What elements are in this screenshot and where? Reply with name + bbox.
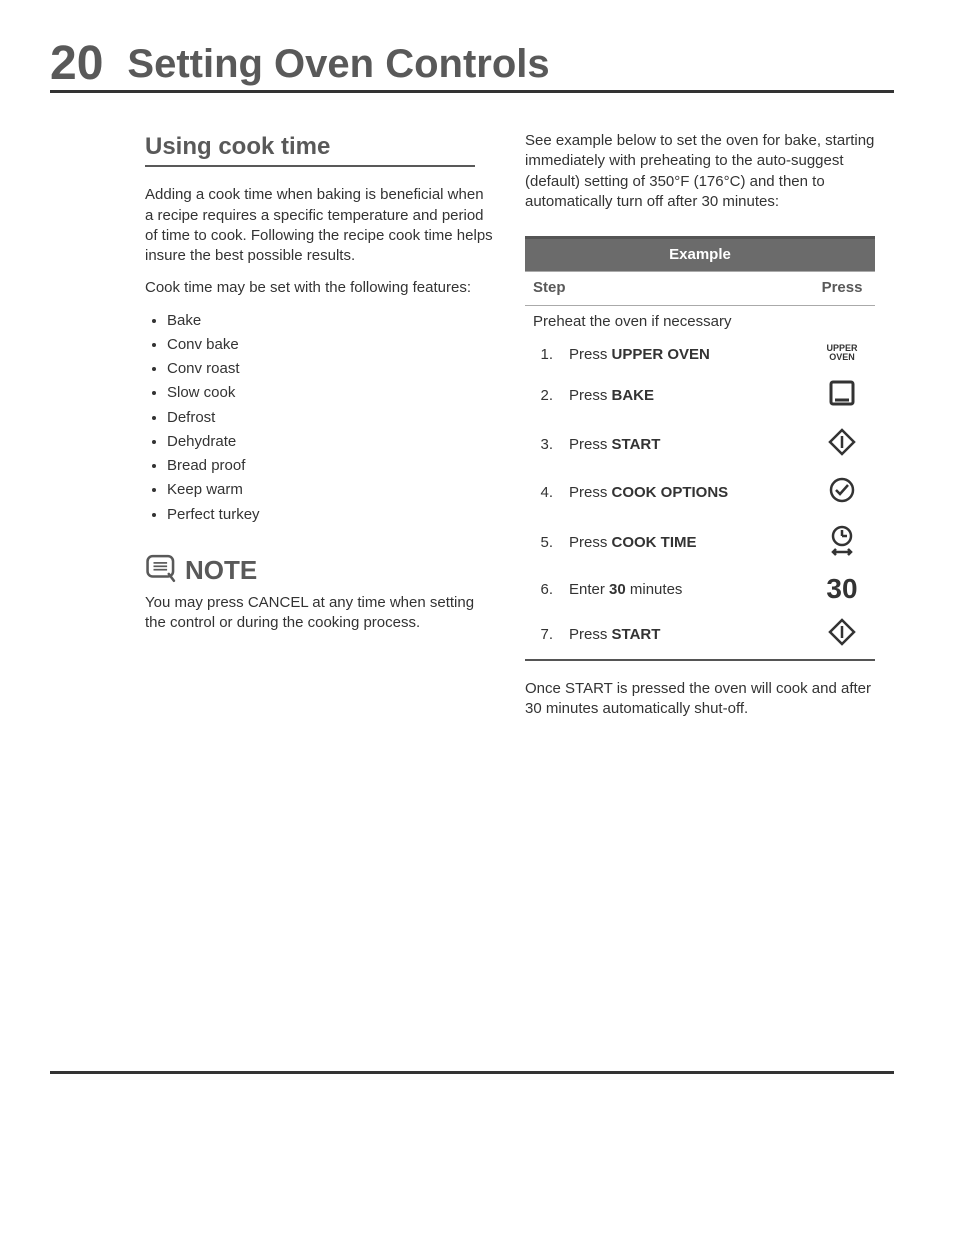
feature-item: Conv bake — [167, 335, 495, 355]
feature-item: Defrost — [167, 408, 495, 428]
bake-icon — [827, 378, 857, 408]
table-row: 2. Press BAKE — [525, 372, 875, 420]
left-column: Using cook time Adding a cook time when … — [145, 131, 495, 731]
feature-item: Perfect turkey — [167, 505, 495, 525]
press-cell — [809, 372, 875, 420]
press-cell: 30 — [809, 569, 875, 610]
feature-item: Conv roast — [167, 359, 495, 379]
preheat-row: Preheat the oven if necessary — [525, 305, 875, 338]
press-cell: UPPEROVEN — [809, 338, 875, 373]
step-text: Press COOK OPTIONS — [561, 469, 809, 517]
note-body: You may press CANCEL at any time when se… — [145, 593, 495, 634]
step-text: Enter 30 minutes — [561, 569, 809, 610]
feature-item: Dehydrate — [167, 432, 495, 452]
intro-para-1: Adding a cook time when baking is benefi… — [145, 185, 495, 266]
example-table: Example Step Press Preheat the oven if n… — [525, 236, 875, 661]
step-num: 5. — [525, 517, 561, 569]
footer-rule — [50, 1071, 894, 1074]
page-title: Setting Oven Controls — [127, 44, 549, 84]
step-text: Press BAKE — [561, 372, 809, 420]
col-step: Step — [525, 272, 809, 305]
table-row: 3. Press START — [525, 421, 875, 469]
table-row: 4. Press COOK OPTIONS — [525, 469, 875, 517]
press-cell — [809, 421, 875, 469]
note-box: NOTE You may press CANCEL at any time wh… — [145, 553, 495, 634]
right-outro: Once START is pressed the oven will cook… — [525, 679, 875, 720]
features-list: Bake Conv bake Conv roast Slow cook Defr… — [145, 311, 495, 525]
step-text: Press START — [561, 611, 809, 660]
intro-para-2: Cook time may be set with the following … — [145, 278, 495, 298]
entered-number: 30 — [826, 573, 857, 604]
press-cell — [809, 517, 875, 569]
step-num: 1. — [525, 338, 561, 373]
timer-icon — [827, 523, 857, 553]
step-num: 6. — [525, 569, 561, 610]
step-num: 2. — [525, 372, 561, 420]
right-intro: See example below to set the oven for ba… — [525, 131, 875, 212]
table-row: 1. Press UPPER OVEN UPPEROVEN — [525, 338, 875, 373]
table-row: 7. Press START — [525, 611, 875, 660]
step-text: Press START — [561, 421, 809, 469]
start-icon — [827, 427, 857, 457]
step-text: Press UPPER OVEN — [561, 338, 809, 373]
right-column: See example below to set the oven for ba… — [525, 131, 875, 731]
section-heading: Using cook time — [145, 131, 495, 163]
col-press: Press — [809, 272, 875, 305]
table-row: 6. Enter 30 minutes 30 — [525, 569, 875, 610]
step-num: 3. — [525, 421, 561, 469]
table-header: Example — [525, 238, 875, 272]
upper-oven-icon: UPPEROVEN — [826, 344, 857, 363]
feature-item: Slow cook — [167, 383, 495, 403]
press-cell — [809, 611, 875, 660]
press-cell — [809, 469, 875, 517]
step-num: 7. — [525, 611, 561, 660]
step-num: 4. — [525, 469, 561, 517]
options-icon — [827, 475, 857, 505]
feature-item: Bake — [167, 311, 495, 331]
page-number: 20 — [50, 40, 103, 88]
note-title: NOTE — [185, 553, 257, 588]
start-icon — [827, 617, 857, 647]
section-rule — [145, 165, 475, 167]
feature-item: Keep warm — [167, 480, 495, 500]
step-text: Press COOK TIME — [561, 517, 809, 569]
page-header: 20 Setting Oven Controls — [50, 40, 894, 93]
feature-item: Bread proof — [167, 456, 495, 476]
table-row: 5. Press COOK TIME — [525, 517, 875, 569]
note-icon — [145, 553, 179, 589]
